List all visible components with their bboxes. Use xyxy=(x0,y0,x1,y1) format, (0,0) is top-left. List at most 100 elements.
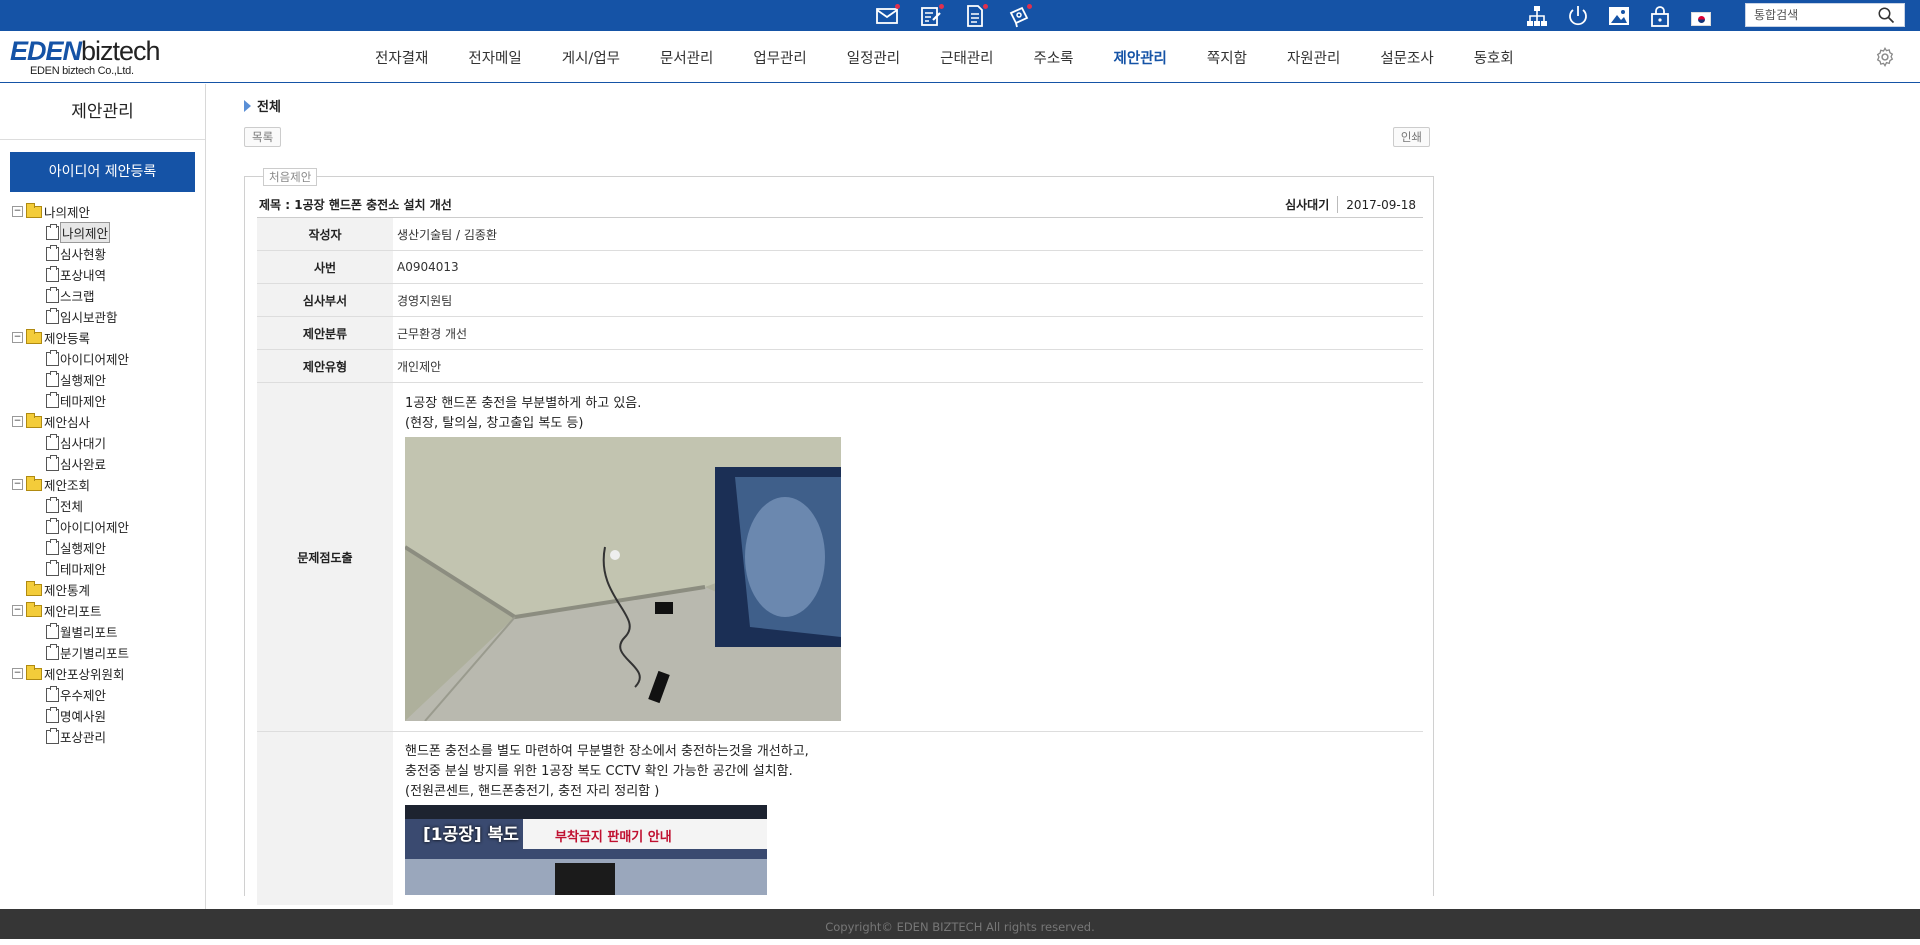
collapse-toggle-icon[interactable]: − xyxy=(12,206,23,217)
tree-folder[interactable]: − 제안등록 xyxy=(12,327,129,348)
row-label: 문제점도출 xyxy=(257,382,393,732)
list-button[interactable]: 목록 xyxy=(244,127,282,147)
tree-item[interactable]: 심사완료 xyxy=(12,453,129,474)
collapse-toggle-icon[interactable] xyxy=(12,584,23,595)
mail-icon[interactable] xyxy=(874,3,900,29)
tree-item[interactable]: 임시보관함 xyxy=(12,306,129,327)
approval-edit-icon[interactable] xyxy=(918,3,944,29)
search-icon[interactable] xyxy=(1874,4,1898,26)
improvement-photo[interactable]: 부착금지 판매기 안내 [1공장] 복도 xyxy=(405,805,767,895)
tree-folder[interactable]: 제안통계 xyxy=(12,579,129,600)
org-chart-icon[interactable] xyxy=(1524,3,1550,29)
tree-item-label: 우수제안 xyxy=(60,688,107,703)
notification-dot xyxy=(939,4,944,9)
problem-line: 1공장 핸드폰 충전을 부분별하게 하고 있음. xyxy=(405,395,642,411)
tree-item[interactable]: 우수제안 xyxy=(12,684,129,705)
clipboard-icon xyxy=(46,349,59,366)
nav-item-documents[interactable]: 문서관리 xyxy=(640,47,733,68)
tree-folder-label: 제안심사 xyxy=(44,415,91,430)
tree-item[interactable]: 포상내역 xyxy=(12,264,129,285)
nav-item-address-book[interactable]: 주소록 xyxy=(1014,47,1094,68)
collapse-toggle-icon[interactable]: − xyxy=(12,332,23,343)
tree-item-label: 명예사원 xyxy=(60,709,107,724)
first-proposal-tab[interactable]: 처음제안 xyxy=(263,168,318,186)
tree-item-label: 나의제안 xyxy=(60,222,111,243)
nav-item-tasks[interactable]: 업무관리 xyxy=(733,47,826,68)
nav-item-resources[interactable]: 자원관리 xyxy=(1267,47,1360,68)
nav-item-clubs[interactable]: 동호회 xyxy=(1454,47,1534,68)
clipboard-icon xyxy=(46,391,59,408)
improvement-line: 핸드폰 충전소를 별도 마련하여 무분별한 장소에서 충전하는것을 개선하고, xyxy=(405,744,809,759)
clipboard-icon xyxy=(46,286,59,303)
tree-item[interactable]: 분기별리포트 xyxy=(12,642,129,663)
action-row: 목록 인쇄 xyxy=(244,127,1434,149)
tree-item[interactable]: 월별리포트 xyxy=(12,621,129,642)
global-search-input[interactable] xyxy=(1746,5,1874,25)
global-search xyxy=(1745,3,1905,27)
nav-item-attendance[interactable]: 근태관리 xyxy=(920,47,1013,68)
print-button[interactable]: 인쇄 xyxy=(1392,127,1430,147)
breadcrumb: 전체 xyxy=(244,96,1434,115)
collapse-toggle-icon[interactable]: − xyxy=(12,668,23,679)
category-value: 근무환경 개선 xyxy=(393,316,1423,350)
table-row: 문제점도출 1공장 핸드폰 충전을 부분별하게 하고 있음. (현장, 탈의실,… xyxy=(257,382,1423,732)
main-content: 전체 목록 인쇄 처음제안 제목 : 1공장 핸드폰 충전소 설치 개선 심사대… xyxy=(244,96,1434,905)
tree-item-label: 심사현황 xyxy=(60,247,107,262)
board-icon[interactable] xyxy=(1006,3,1032,29)
clipboard-icon xyxy=(46,454,59,471)
collapse-toggle-icon[interactable]: − xyxy=(12,605,23,616)
tree-item[interactable]: 스크랩 xyxy=(12,285,129,306)
tree-item[interactable]: 아이디어제안 xyxy=(12,348,129,369)
tree-folder[interactable]: − 제안포상위원회 xyxy=(12,663,129,684)
tree-folder[interactable]: − 제안리포트 xyxy=(12,600,129,621)
tree-item-label: 실행제안 xyxy=(60,373,107,388)
tree-folder-label: 제안조회 xyxy=(44,478,91,493)
problem-photo[interactable] xyxy=(405,436,841,721)
tree-folder-label: 제안등록 xyxy=(44,331,91,346)
tree-item[interactable]: 명예사원 xyxy=(12,705,129,726)
gear-icon[interactable] xyxy=(1874,46,1896,68)
folder-icon xyxy=(26,664,42,680)
korea-flag-icon[interactable] xyxy=(1688,3,1714,29)
proposal-status: 심사대기 2017-09-18 xyxy=(1285,196,1416,213)
tree-item[interactable]: 아이디어제안 xyxy=(12,516,129,537)
tree-folder[interactable]: − 제안조회 xyxy=(12,474,129,495)
review-department-value: 경영지원팀 xyxy=(393,283,1423,317)
nav-item-schedule[interactable]: 일정관리 xyxy=(827,47,920,68)
nav-item-email[interactable]: 전자메일 xyxy=(448,47,541,68)
tree-item[interactable]: 테마제안 xyxy=(12,558,129,579)
clipboard-icon xyxy=(46,643,59,660)
nav-item-board[interactable]: 게시/업무 xyxy=(542,47,640,68)
nav-item-proposals[interactable]: 제안관리 xyxy=(1094,47,1187,68)
main-nav: 전자결재 전자메일 게시/업무 문서관리 업무관리 일정관리 근태관리 주소록 … xyxy=(355,31,1534,83)
company-logo[interactable]: EDENbiztech EDEN biztech Co.,Ltd. xyxy=(10,36,161,77)
image-icon[interactable] xyxy=(1606,3,1632,29)
problem-line: (현장, 탈의실, 창고출입 복도 등) xyxy=(405,415,584,431)
logo-brand-biztech: biztech xyxy=(81,36,161,66)
proposal-detail-table: 작성자 생산기술팀 / 김종환 사번 A0904013 심사부서 경영지원팀 제… xyxy=(257,217,1423,905)
tree-item[interactable]: 실행제안 xyxy=(12,369,129,390)
tree-item[interactable]: 테마제안 xyxy=(12,390,129,411)
tree-item[interactable]: 전체 xyxy=(12,495,129,516)
clipboard-icon xyxy=(46,706,59,723)
tree-item[interactable]: 심사현황 xyxy=(12,243,129,264)
register-idea-button[interactable]: 아이디어 제안등록 xyxy=(10,152,195,192)
tree-item[interactable]: 실행제안 xyxy=(12,537,129,558)
nav-item-notes[interactable]: 쪽지함 xyxy=(1187,47,1267,68)
tree-item[interactable]: 나의제안 xyxy=(12,222,129,243)
tree-folder[interactable]: − 나의제안 xyxy=(12,201,129,222)
tree-folder[interactable]: − 제안심사 xyxy=(12,411,129,432)
power-icon[interactable] xyxy=(1565,3,1591,29)
tree-item[interactable]: 심사대기 xyxy=(12,432,129,453)
row-label: 제안유형 xyxy=(257,349,393,383)
collapse-toggle-icon[interactable]: − xyxy=(12,416,23,427)
document-icon[interactable] xyxy=(962,3,988,29)
top-quick-icons xyxy=(874,3,1032,29)
collapse-toggle-icon[interactable]: − xyxy=(12,479,23,490)
proposal-panel: 처음제안 제목 : 1공장 핸드폰 충전소 설치 개선 심사대기 2017-09… xyxy=(244,168,1434,905)
tree-item[interactable]: 포상관리 xyxy=(12,726,129,747)
nav-item-approval[interactable]: 전자결재 xyxy=(355,47,448,68)
proposal-type-value: 개인제안 xyxy=(393,349,1423,383)
nav-item-survey[interactable]: 설문조사 xyxy=(1360,47,1453,68)
lock-icon[interactable] xyxy=(1647,3,1673,29)
